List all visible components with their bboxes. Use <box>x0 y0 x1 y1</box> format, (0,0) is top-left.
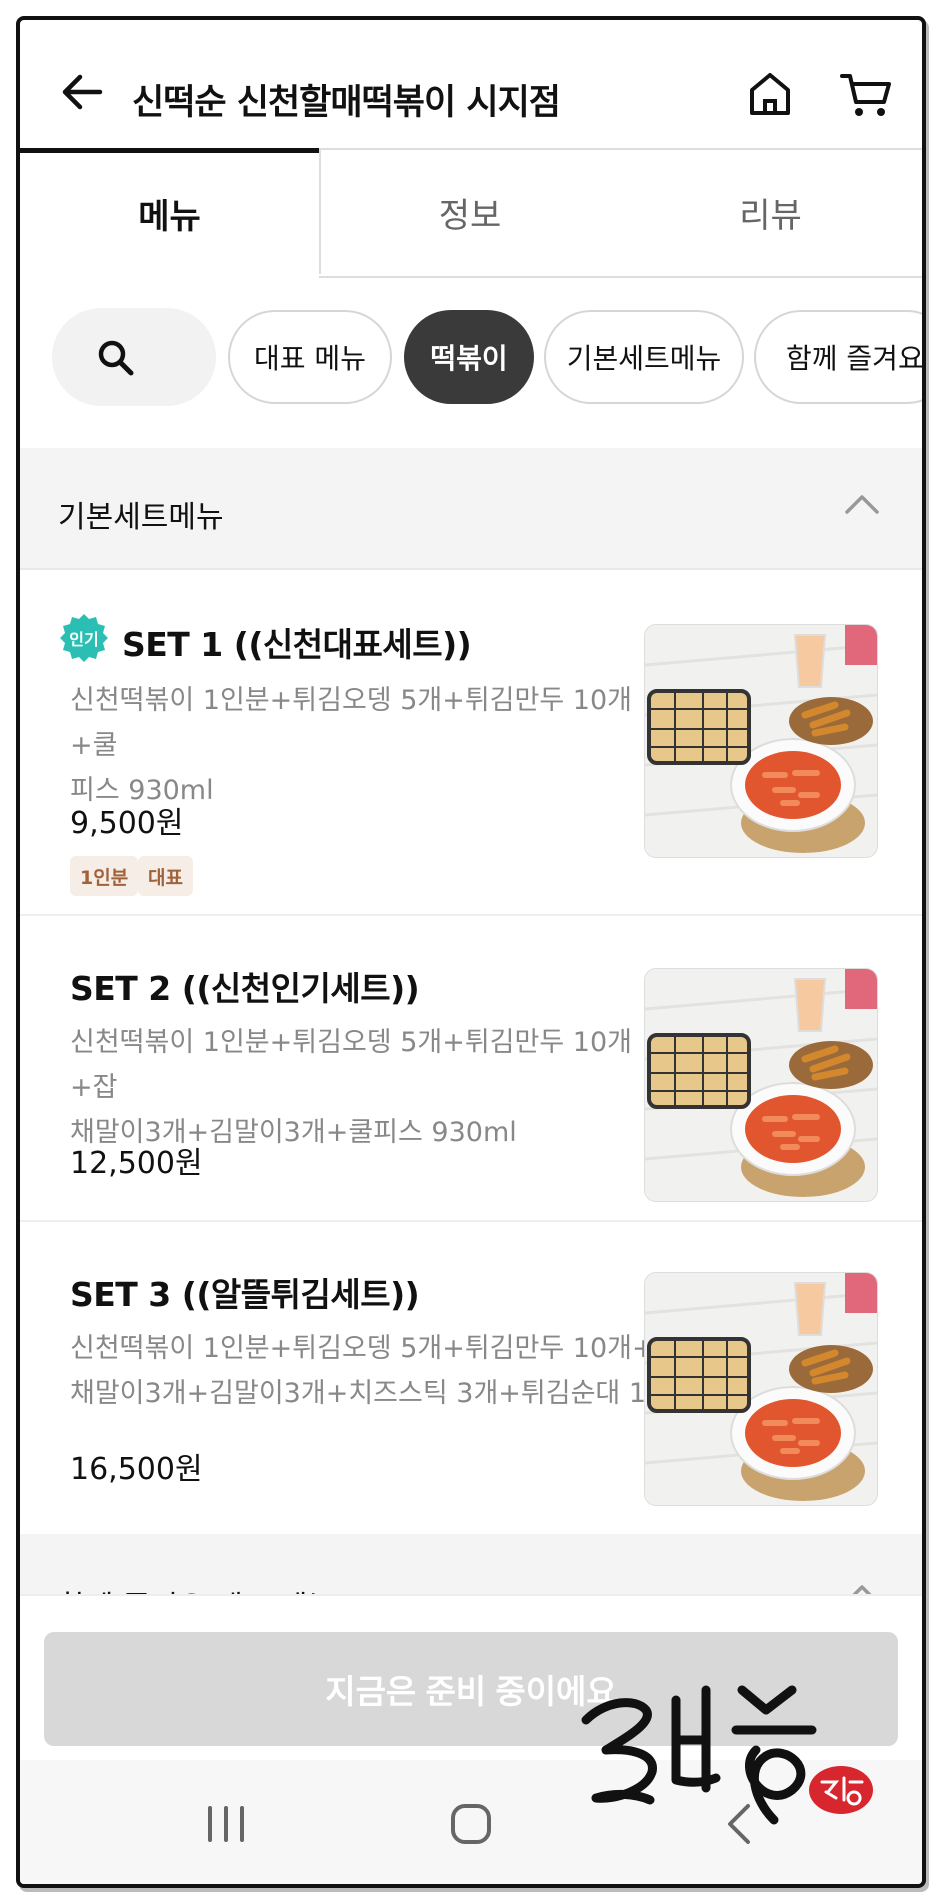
back-button[interactable] <box>54 62 114 122</box>
item-tag: 1인분 <box>70 856 139 896</box>
recents-icon[interactable] <box>196 1796 256 1852</box>
item-desc-line: 신천떡볶이 1인분+튀김오뎅 5개+튀김만두 10개+잡 <box>70 1027 632 1103</box>
cart-icon <box>840 74 891 116</box>
app-header: 신떡순 신천할매떡볶이 시지점 <box>20 20 922 148</box>
item-description: 신천떡볶이 1인분+튀김오뎅 5개+튀김만두 10개+잡 채말이3개+김말이3개… <box>70 1020 640 1155</box>
item-desc-line: 채말이3개+김말이3개+치즈스틱 3개+튀김순대 1… <box>70 1378 674 1409</box>
home-icon <box>750 73 790 115</box>
item-description: 신천떡볶이 1인분+튀김오뎅 5개+튀김만두 10개+잡 채말이3개+김말이3개… <box>70 1326 680 1416</box>
back-arrow-icon <box>62 74 103 110</box>
search-icon <box>98 340 134 376</box>
section-title: 기본세트메뉴 <box>58 500 224 535</box>
item-photo <box>644 624 878 858</box>
tteokbokki-set-photo <box>645 1273 877 1505</box>
item-photo <box>644 968 878 1202</box>
chip-tteokbokki[interactable]: 떡볶이 <box>404 310 534 404</box>
stamp-seal <box>809 1766 873 1814</box>
home-button[interactable] <box>742 66 798 122</box>
item-photo <box>644 1272 878 1506</box>
tab-bar: 메뉴 정보 리뷰 <box>20 148 922 278</box>
item-price: 16,500원 <box>70 1452 203 1487</box>
home-circle-icon[interactable] <box>441 1796 501 1852</box>
menu-item[interactable]: SET 2 ((신천인기세트)) 신천떡볶이 1인분+튀김오뎅 5개+튀김만두 … <box>20 916 922 1222</box>
item-description: 신천떡볶이 1인분+튀김오뎅 5개+튀김만두 10개+쿨 피스 930ml <box>70 678 640 813</box>
cart-button[interactable] <box>836 66 896 122</box>
phone-frame: 신떡순 신천할매떡볶이 시지점 메뉴 정보 리뷰 대표 메뉴 떡볶이 기본세트메… <box>16 16 926 1888</box>
chip-representative-menu[interactable]: 대표 메뉴 <box>228 310 392 404</box>
item-name: SET 2 ((신천인기세트)) <box>70 969 420 1008</box>
menu-item[interactable]: 인기 SET 1 ((신천대표세트)) 신천떡볶이 1인분+튀김오뎅 5개+튀김… <box>20 570 922 916</box>
item-desc-line: 신천떡볶이 1인분+튀김오뎅 5개+튀김만두 10개+잡 <box>70 1333 680 1364</box>
chevron-up-icon <box>845 495 879 514</box>
item-tag: 대표 <box>138 856 193 896</box>
item-name: SET 1 ((신천대표세트)) <box>122 625 472 664</box>
tteokbokki-set-photo <box>645 625 877 857</box>
menu-item[interactable]: SET 3 ((알뜰튀김세트)) 신천떡볶이 1인분+튀김오뎅 5개+튀김만두 … <box>20 1222 922 1522</box>
store-title: 신떡순 신천할매떡볶이 시지점 <box>132 83 561 123</box>
category-chips: 대표 메뉴 떡볶이 기본세트메뉴 함께 즐겨요 <box>20 286 922 416</box>
popular-badge-label: 인기 <box>69 630 98 649</box>
popular-badge: 인기 <box>60 614 108 662</box>
menu-search-button[interactable] <box>52 308 216 406</box>
tab-menu[interactable]: 메뉴 <box>20 148 319 278</box>
item-price: 12,500원 <box>70 1146 203 1181</box>
chip-enjoy-together[interactable]: 함께 즐겨요 <box>754 310 922 404</box>
item-desc-line: 신천떡볶이 1인분+튀김오뎅 5개+튀김만두 10개+쿨 <box>70 685 632 761</box>
handwritten-signature <box>581 1685 817 1825</box>
tab-review[interactable]: 리뷰 <box>619 148 922 274</box>
item-name: SET 3 ((알뜰튀김세트)) <box>70 1275 420 1314</box>
section-basic-set[interactable]: 기본세트메뉴 <box>20 448 922 570</box>
tteokbokki-set-photo <box>645 969 877 1201</box>
tab-info[interactable]: 정보 <box>319 148 619 274</box>
item-price: 9,500원 <box>70 806 184 841</box>
chip-basic-set-menu[interactable]: 기본세트메뉴 <box>544 310 744 404</box>
